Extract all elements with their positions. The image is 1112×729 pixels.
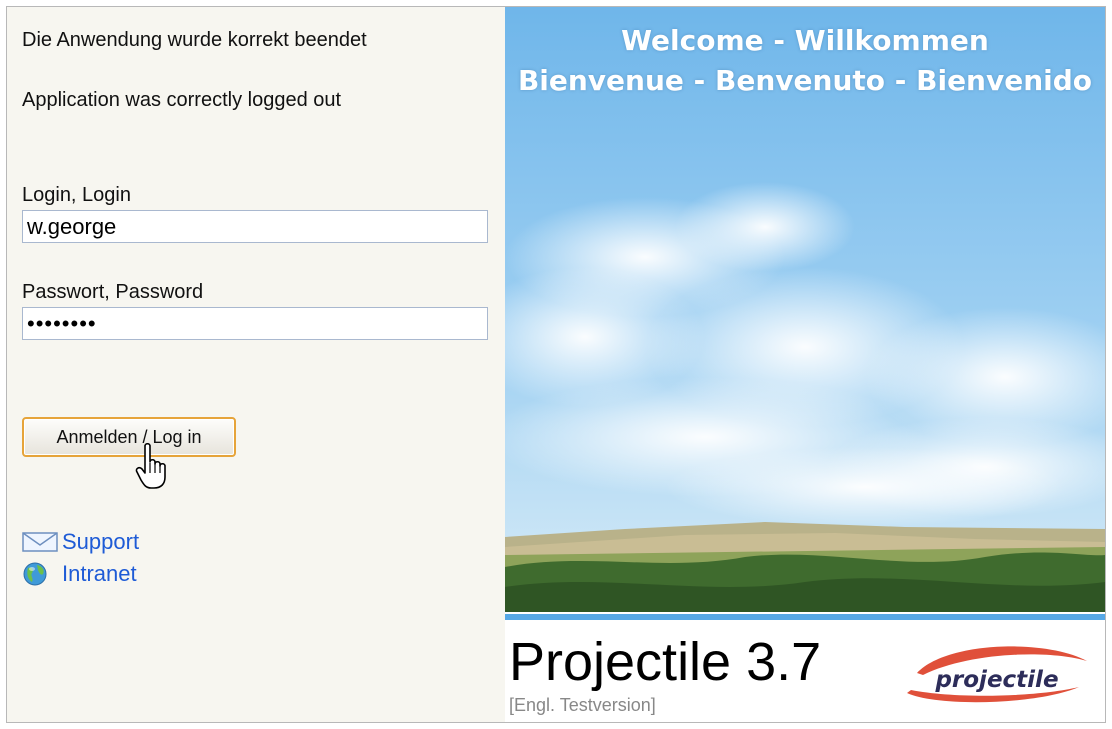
login-input[interactable] [22,210,488,243]
projectile-logo-icon: projectile [907,646,1087,703]
login-button[interactable]: Anmelden / Log in [22,417,236,457]
welcome-line-2: Bienvenue - Benvenuto - Bienvenido [517,64,1093,97]
branding-panel: Welcome - Willkommen Bienvenue - Benvenu… [505,7,1105,722]
divider-band [505,614,1105,620]
password-input[interactable] [22,307,488,340]
login-window: Die Anwendung wurde korrekt beendet Appl… [6,6,1106,723]
intranet-link-label: Intranet [62,561,137,586]
logout-message-en: Application was correctly logged out [22,89,342,111]
support-link-label: Support [62,529,140,554]
support-link[interactable]: Support [22,529,139,555]
product-title: Projectile 3.7 [509,632,822,692]
intranet-link[interactable]: Intranet [22,561,137,587]
logout-message-de: Die Anwendung wurde korrekt beendet [22,29,367,51]
login-label: Login, Login [22,184,131,206]
envelope-icon [22,532,58,552]
version-note: [Engl. Testversion] [509,695,656,715]
login-panel: Die Anwendung wurde korrekt beendet Appl… [7,7,505,722]
welcome-line-1: Welcome - Willkommen [621,24,989,57]
password-label: Passwort, Password [22,281,204,303]
globe-icon [23,562,47,586]
welcome-banner: Welcome - Willkommen Bienvenue - Benvenu… [505,21,1105,101]
logo-text: projectile [934,667,1058,693]
